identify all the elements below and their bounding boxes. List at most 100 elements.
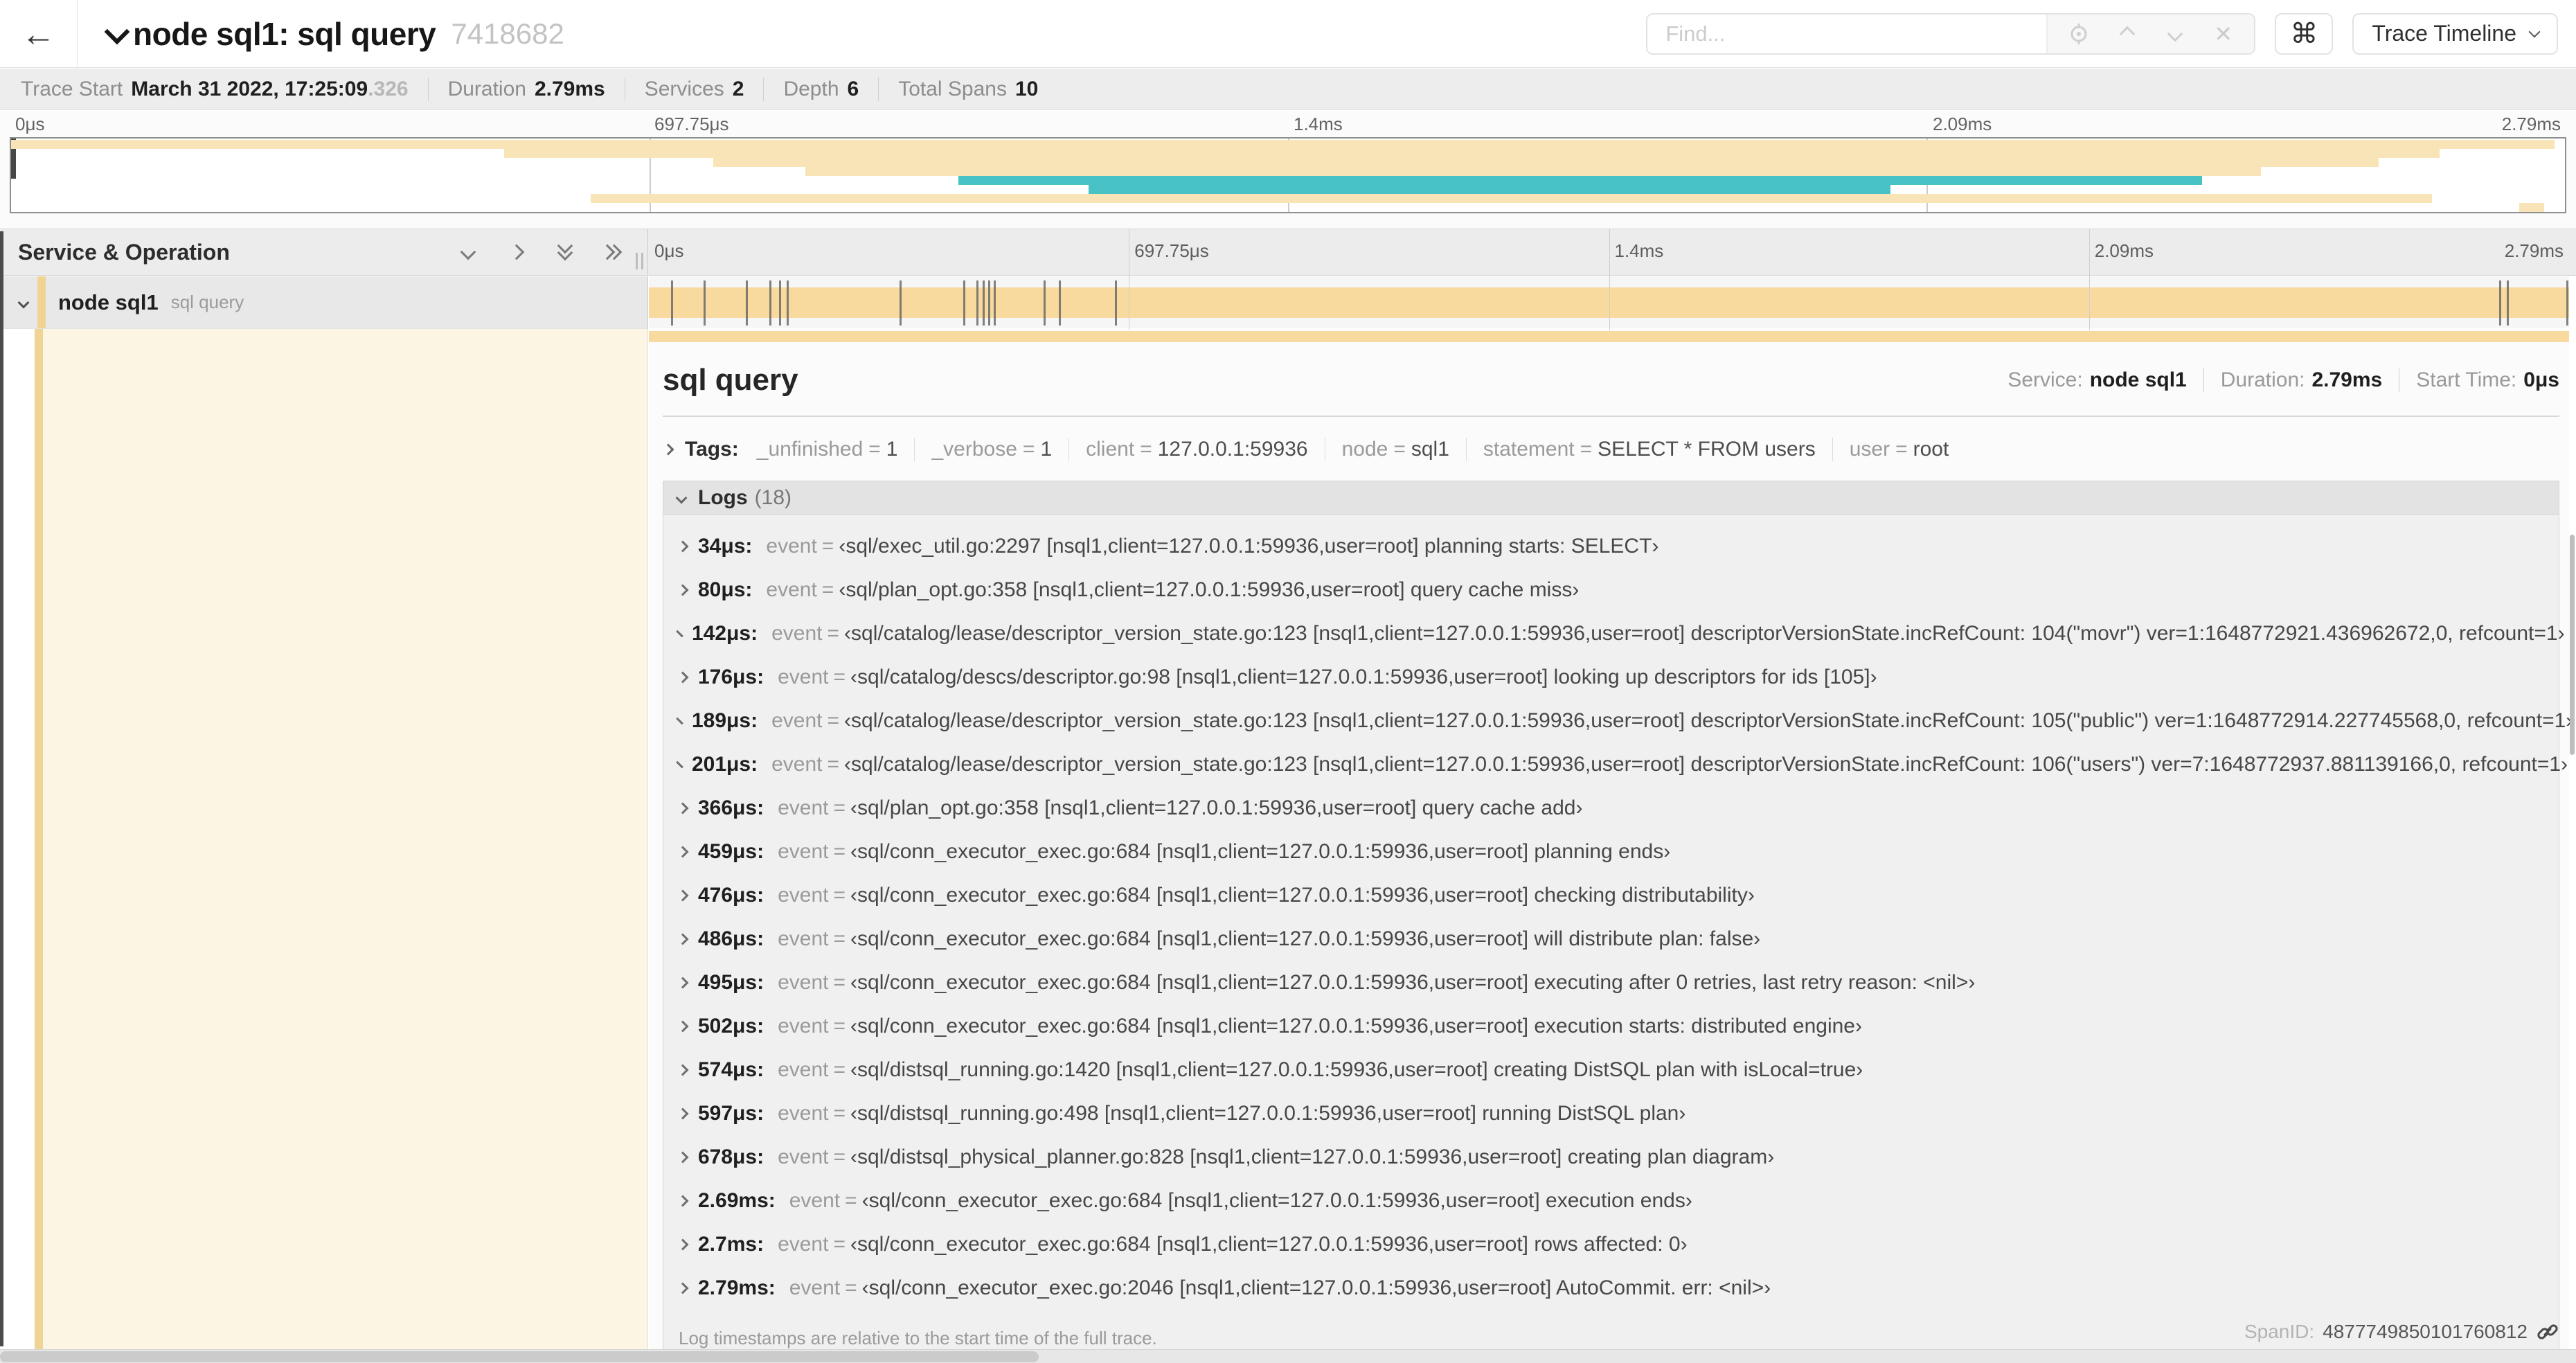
command-icon: ⌘ bbox=[2290, 18, 2318, 49]
clear-find-button[interactable]: ✕ bbox=[2206, 17, 2241, 51]
expand-all-icon[interactable] bbox=[599, 242, 624, 262]
equals-sign: = bbox=[833, 1101, 846, 1125]
span-row-track[interactable] bbox=[649, 276, 2569, 328]
log-field-value: ‹sql/catalog/lease/descriptor_version_st… bbox=[844, 752, 2568, 776]
tag-value: 127.0.0.1:59936 bbox=[1157, 438, 1308, 461]
log-row[interactable]: 176μs: event = ‹sql/catalog/descs/descripto… bbox=[663, 655, 2559, 699]
log-timestamp: 597μs: bbox=[698, 1101, 764, 1125]
timeline-collapse-controls bbox=[458, 238, 624, 262]
ruler-tick-label: 0μs bbox=[654, 240, 684, 261]
chevron-right-icon bbox=[508, 244, 525, 260]
stat-label: Trace Start bbox=[21, 77, 123, 100]
span-id-row: SpanID: 4877749850101760812 bbox=[2244, 1320, 2559, 1344]
log-row[interactable]: 142μs: event = ‹sql/catalog/lease/descripto… bbox=[663, 612, 2565, 655]
logs-label: Logs bbox=[698, 485, 748, 509]
log-timestamp: 80μs: bbox=[698, 578, 753, 601]
trace-collapse-icon[interactable] bbox=[104, 19, 130, 44]
right-scrollbar-thumb[interactable] bbox=[2570, 535, 2575, 755]
column-resize-grip[interactable] bbox=[636, 253, 643, 269]
tag-value: 1 bbox=[1040, 438, 1053, 461]
overview-value: 2.79ms bbox=[2311, 368, 2383, 391]
divider bbox=[1832, 438, 1833, 461]
next-match-button[interactable] bbox=[2158, 17, 2192, 51]
ruler-tick-label: 1.4ms bbox=[1614, 240, 1664, 261]
stat-value: 6 bbox=[847, 77, 859, 100]
log-row[interactable]: 476μs: event = ‹sql/conn_executor_exec.go:6… bbox=[663, 873, 2559, 917]
equals-sign: = bbox=[833, 1232, 846, 1256]
log-field-value: ‹sql/conn_executor_exec.go:684 [nsql1,cl… bbox=[850, 839, 1671, 863]
minimap-canvas[interactable] bbox=[10, 137, 2566, 213]
log-row[interactable]: 678μs: event = ‹sql/distsql_physical_planne… bbox=[663, 1135, 2559, 1179]
horizontal-scrollbar-thumb[interactable] bbox=[0, 1351, 1039, 1362]
log-row[interactable]: 502μs: event = ‹sql/conn_executor_exec.go:6… bbox=[663, 1004, 2559, 1048]
ruler-tick-label: 1.4ms bbox=[1294, 114, 1343, 134]
log-marker bbox=[671, 280, 674, 326]
log-row[interactable]: 459μs: event = ‹sql/conn_executor_exec.go:6… bbox=[663, 830, 2559, 873]
minimap-span-bar bbox=[1089, 185, 1891, 194]
log-row[interactable]: 2.7ms: event = ‹sql/conn_executor_exec.go:6… bbox=[663, 1222, 2559, 1266]
chevron-right-icon bbox=[677, 1107, 689, 1119]
log-row[interactable]: 597μs: event = ‹sql/distsql_running.go:498 … bbox=[663, 1092, 2559, 1135]
chevron-up-icon bbox=[2119, 26, 2135, 42]
tag-key: _verbose bbox=[931, 438, 1017, 461]
log-row[interactable]: 486μs: event = ‹sql/conn_executor_exec.go:6… bbox=[663, 917, 2559, 961]
minimap-span-bar bbox=[958, 176, 2203, 185]
chevron-down-icon bbox=[675, 492, 688, 504]
log-timestamp: 574μs: bbox=[698, 1058, 764, 1081]
tags-label: Tags: bbox=[685, 438, 739, 461]
log-timestamp: 189μs: bbox=[692, 709, 758, 732]
keyboard-shortcuts-button[interactable]: ⌘ bbox=[2275, 12, 2334, 55]
log-row[interactable]: 366μs: event = ‹sql/plan_opt.go:358 [nsql1,… bbox=[663, 786, 2559, 830]
chevron-down-icon bbox=[17, 296, 30, 308]
equals-sign: = bbox=[868, 438, 881, 461]
tag-item: _unfinished = 1 bbox=[757, 438, 898, 461]
tag-value: sql1 bbox=[1411, 438, 1449, 461]
find-controls: ✕ bbox=[2046, 14, 2255, 53]
horizontal-scrollbar[interactable] bbox=[0, 1349, 2576, 1363]
collapse-one-icon[interactable] bbox=[458, 242, 478, 262]
span-row-label[interactable]: node sql1 sql query bbox=[0, 276, 648, 328]
minimap-span-bar bbox=[503, 149, 2440, 158]
equals-sign: = bbox=[833, 1145, 846, 1168]
log-row[interactable]: 189μs: event = ‹sql/catalog/lease/descripto… bbox=[663, 699, 2573, 742]
tags-row[interactable]: Tags: _unfinished = 1 _verbose = 1 client = 127.… bbox=[649, 417, 2569, 479]
log-field-key: event bbox=[771, 752, 823, 776]
log-row[interactable]: 201μs: event = ‹sql/catalog/lease/descripto… bbox=[663, 742, 2568, 786]
find-input[interactable] bbox=[1647, 14, 2047, 53]
expand-one-icon[interactable] bbox=[506, 242, 527, 262]
chevron-right-icon bbox=[677, 1238, 689, 1250]
log-field-key: event bbox=[778, 1014, 829, 1037]
log-row[interactable]: 2.79ms: event = ‹sql/conn_executor_exec.go:… bbox=[663, 1266, 2559, 1310]
equals-sign: = bbox=[821, 534, 834, 558]
log-row[interactable]: 34μs: event = ‹sql/exec_util.go:2297 [nsql1… bbox=[663, 524, 2559, 568]
stat-item: Total Spans 10 bbox=[898, 78, 1038, 101]
log-field-value: ‹sql/catalog/lease/descriptor_version_st… bbox=[844, 621, 2565, 645]
log-row[interactable]: 2.69ms: event = ‹sql/conn_executor_exec.go:… bbox=[663, 1179, 2559, 1222]
minimap-span-bar bbox=[591, 194, 2433, 203]
logs-header[interactable]: Logs (18) bbox=[663, 481, 2559, 515]
vertical-scrollbar-thumb[interactable] bbox=[0, 231, 3, 1346]
ruler-tick-label: 2.09ms bbox=[2094, 240, 2154, 261]
stat-value: 2 bbox=[732, 77, 744, 100]
prev-match-button[interactable] bbox=[2110, 17, 2145, 51]
log-timestamp: 476μs: bbox=[698, 883, 764, 907]
span-duration-bar[interactable] bbox=[649, 280, 2569, 326]
chevron-right-icon bbox=[677, 802, 689, 814]
trace-timeline-page: ← node sql1: sql query 7418682 ✕ ⌘ bbox=[0, 0, 2576, 1363]
timeline-minimap: 0μs 697.75μs 1.4ms 2.09ms 2.79ms bbox=[0, 111, 2576, 229]
log-field-value: ‹sql/plan_opt.go:358 [nsql1,client=127.0… bbox=[850, 796, 1583, 819]
back-button[interactable]: ← bbox=[0, 0, 78, 68]
log-marker bbox=[2499, 280, 2502, 326]
log-field-value: ‹sql/conn_executor_exec.go:684 [nsql1,cl… bbox=[850, 883, 1755, 907]
collapse-all-icon[interactable] bbox=[555, 238, 575, 262]
trace-view-selector[interactable]: Trace Timeline bbox=[2352, 12, 2558, 55]
equals-sign: = bbox=[827, 621, 840, 645]
log-row[interactable]: 574μs: event = ‹sql/distsql_running.go:1420… bbox=[663, 1048, 2559, 1092]
focus-match-icon[interactable] bbox=[2061, 17, 2096, 51]
log-row[interactable]: 495μs: event = ‹sql/conn_executor_exec.go:6… bbox=[663, 961, 2559, 1004]
log-timestamp: 2.79ms: bbox=[698, 1276, 776, 1299]
link-icon[interactable] bbox=[2536, 1320, 2559, 1344]
log-row[interactable]: 80μs: event = ‹sql/plan_opt.go:358 [nsql1,c… bbox=[663, 568, 2559, 612]
log-field-value: ‹sql/conn_executor_exec.go:684 [nsql1,cl… bbox=[861, 1188, 1692, 1212]
detail-row-accent-bar bbox=[649, 331, 2569, 342]
